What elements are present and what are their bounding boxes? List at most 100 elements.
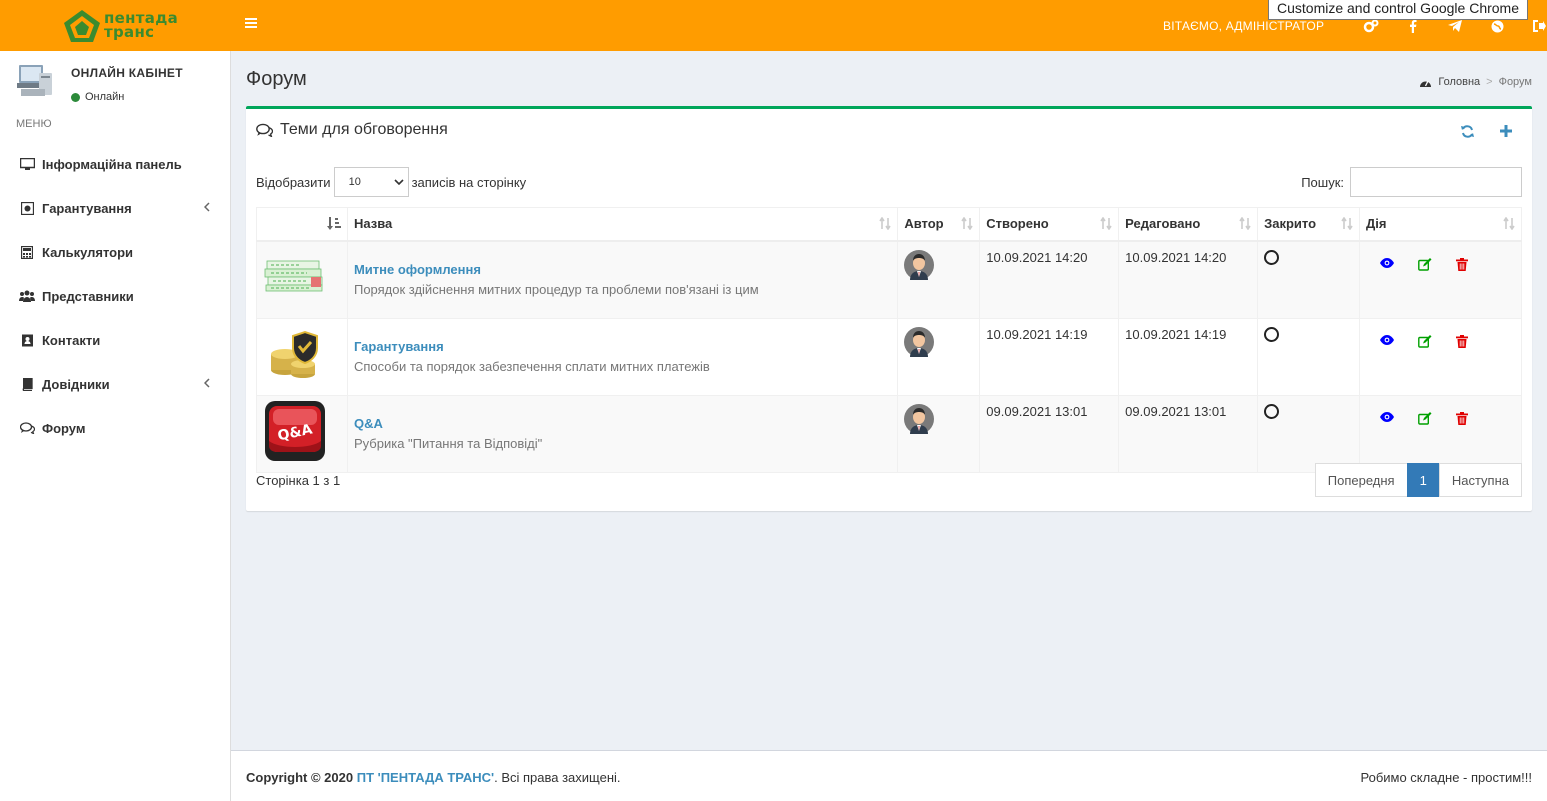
- box-tools: [1461, 125, 1512, 138]
- qa-button-image: Q&A: [265, 400, 325, 461]
- action-cell: [1359, 240, 1522, 319]
- action-cell: [1359, 317, 1522, 396]
- topics-table: Назва Автор Створено Редаговано Закрито …: [256, 207, 1522, 473]
- sort-icon: [1100, 216, 1112, 233]
- dashboard-icon: [1420, 80, 1432, 87]
- view-button[interactable]: [1380, 334, 1395, 348]
- chrome-menu-tooltip: Customize and control Google Chrome: [1268, 0, 1529, 20]
- topic-description: Порядок здійснення митних процедур та пр…: [353, 281, 759, 297]
- refresh-icon: [1461, 125, 1474, 138]
- sidebar-item-dashboard[interactable]: Інформаційна панель: [0, 142, 230, 186]
- search-control: Пошук:: [1301, 167, 1522, 197]
- delete-button[interactable]: [1456, 334, 1469, 348]
- breadcrumb-home-link[interactable]: Головна: [1438, 76, 1480, 88]
- author-avatar[interactable]: [904, 403, 935, 434]
- edit-button[interactable]: [1418, 334, 1432, 348]
- closed-cell: [1257, 240, 1361, 319]
- footer: Copyright © 2020 ПТ 'ПЕНТАДА ТРАНС'. Всі…: [231, 750, 1547, 801]
- sidebar-item-representatives[interactable]: Представники: [0, 274, 230, 318]
- edit-button[interactable]: [1418, 411, 1432, 425]
- menu-header: МЕНЮ: [16, 118, 52, 130]
- sidebar-toggle-button[interactable]: [245, 16, 257, 34]
- table-row: Митне оформлення Порядок здійснення митн…: [256, 240, 1522, 319]
- calculator-icon: [19, 245, 35, 259]
- edit-icon: [1418, 411, 1432, 425]
- table-header-row: Назва Автор Створено Редаговано Закрито …: [256, 207, 1522, 242]
- table-info: Сторінка 1 з 1: [256, 473, 341, 488]
- topic-title-link[interactable]: Q&A: [354, 416, 891, 431]
- view-button[interactable]: [1380, 257, 1395, 271]
- view-button[interactable]: [1380, 411, 1395, 425]
- created-cell: 10.09.2021 14:20: [979, 240, 1120, 319]
- sort-active-icon: [326, 217, 341, 233]
- page-1-button[interactable]: 1: [1406, 463, 1440, 497]
- customs-documents-image: [264, 260, 323, 291]
- column-header-action[interactable]: Дія: [1359, 207, 1522, 242]
- bars-icon: [245, 18, 257, 28]
- created-date: 10.09.2021 14:19: [986, 326, 1088, 342]
- next-page-button[interactable]: Наступна: [1438, 463, 1522, 497]
- author-avatar[interactable]: [904, 326, 935, 357]
- sidebar-item-label: Форум: [42, 420, 86, 436]
- sidebar-item-references[interactable]: Довідники: [0, 362, 230, 406]
- user-status: Онлайн: [71, 91, 124, 103]
- row-actions: [1366, 411, 1515, 425]
- sidebar: ОНЛАЙН КАБІНЕТ Онлайн МЕНЮ Інформаційна …: [0, 51, 231, 801]
- previous-page-button[interactable]: Попередня: [1314, 463, 1408, 497]
- online-dot-icon: [71, 92, 80, 102]
- column-header-created[interactable]: Створено: [979, 207, 1120, 242]
- sidebar-item-label: Калькулятори: [42, 244, 134, 260]
- column-header-closed[interactable]: Закрито: [1257, 207, 1361, 242]
- open-circle-icon: [1264, 403, 1280, 419]
- show-label: Відобразити: [256, 174, 331, 190]
- breadcrumb: Головна > Форум: [1419, 76, 1532, 88]
- sidebar-item-calculators[interactable]: Калькулятори: [0, 230, 230, 274]
- column-header-edited[interactable]: Редаговано: [1118, 207, 1259, 242]
- sort-icon: [1341, 216, 1353, 233]
- sidebar-item-label: Представники: [42, 288, 134, 304]
- author-avatar[interactable]: [904, 249, 935, 280]
- delete-button[interactable]: [1456, 411, 1469, 425]
- eye-icon: [1380, 411, 1395, 422]
- edited-date: 10.09.2021 14:19: [1125, 326, 1227, 342]
- sidebar-item-contacts[interactable]: Контакти: [0, 318, 230, 362]
- topic-title-link[interactable]: Гарантування: [354, 339, 891, 354]
- sidebar-item-label: Гарантування: [42, 200, 132, 216]
- column-header-image[interactable]: [256, 207, 348, 242]
- footer-copyright: Copyright © 2020 ПТ 'ПЕНТАДА ТРАНС'. Всі…: [246, 770, 621, 785]
- page-length-select[interactable]: 10: [333, 167, 409, 197]
- brand-link[interactable]: ПТ 'ПЕНТАДА ТРАНС': [357, 770, 494, 785]
- page-title: Форум: [246, 68, 307, 90]
- user-avatar: [15, 61, 55, 101]
- edited-cell: 09.09.2021 13:01: [1118, 394, 1259, 473]
- topic-cell: Гарантування Способи та порядок забезпеч…: [346, 317, 899, 396]
- column-header-author[interactable]: Автор: [897, 207, 981, 242]
- footer-slogan: Робимо складне - простим!!!: [1360, 770, 1532, 785]
- pentada-trans-logo[interactable]: пентада транс: [62, 8, 182, 44]
- eye-icon: [1380, 257, 1395, 268]
- topics-box: Теми для обговорення Відобразити 10 запи…: [246, 106, 1532, 511]
- eye-icon: [1380, 334, 1395, 345]
- refresh-button[interactable]: [1461, 125, 1474, 138]
- copyright-text: Copyright © 2020: [246, 770, 357, 785]
- search-input[interactable]: [1350, 167, 1522, 197]
- edited-cell: 10.09.2021 14:20: [1118, 240, 1259, 319]
- column-header-title[interactable]: Назва: [346, 207, 899, 242]
- sidebar-item-forum[interactable]: Форум: [0, 406, 230, 450]
- box-title: Теми для обговорення: [256, 121, 448, 139]
- address-book-icon: [19, 333, 35, 347]
- delete-button[interactable]: [1456, 257, 1469, 271]
- topic-title-link[interactable]: Митне оформлення: [354, 262, 891, 277]
- created-cell: 10.09.2021 14:19: [979, 317, 1120, 396]
- edit-button[interactable]: [1418, 257, 1432, 271]
- computer-avatar-icon: [17, 65, 52, 96]
- open-circle-icon: [1264, 249, 1280, 265]
- created-date: 09.09.2021 13:01: [986, 403, 1088, 419]
- trash-icon: [1456, 334, 1469, 348]
- closed-cell: [1257, 394, 1361, 473]
- sidebar-item-guarantee[interactable]: Гарантування: [0, 186, 230, 230]
- topic-description: Способи та порядок забезпечення сплати м…: [353, 358, 710, 374]
- sort-icon: [879, 216, 891, 233]
- add-topic-button[interactable]: [1500, 125, 1512, 138]
- edited-date: 10.09.2021 14:20: [1125, 249, 1227, 265]
